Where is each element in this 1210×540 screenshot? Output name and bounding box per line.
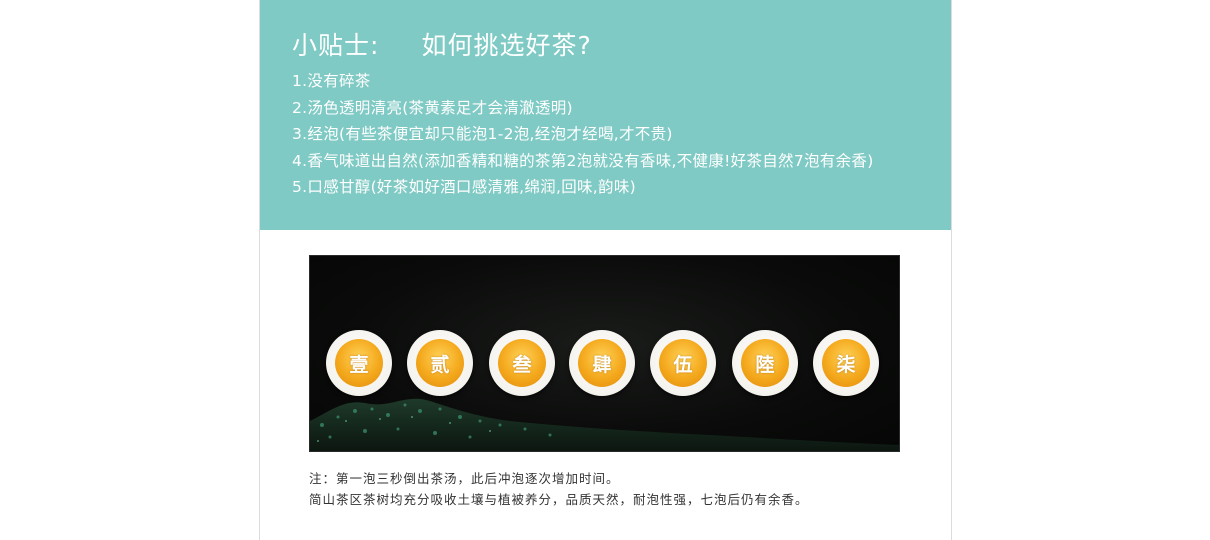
tea-cup: 肆 — [569, 330, 635, 396]
infusion-number: 壹 — [349, 353, 369, 376]
note-line: 注：第一泡三秒倒出茶汤，此后冲泡逐次增加时间。 — [309, 471, 620, 486]
tip-item: 5.口感甘醇(好茶如好酒口感清雅,绵润,回味,韵味) — [292, 178, 636, 196]
tea-cups-banner: 壹 贰 叁 肆 伍 陸 柒 — [309, 255, 900, 452]
tips-title: 小贴士: 如何挑选好茶? — [292, 26, 592, 62]
infusion-number: 贰 — [430, 353, 450, 376]
tea-liquid: 陸 — [741, 339, 789, 387]
tip-item: 4.香气味道出自然(添加香精和糖的茶第2泡就没有香味,不健康!好茶自然7泡有余香… — [292, 151, 874, 170]
content-panel: 小贴士: 如何挑选好茶? 1.没有碎茶 2.汤色透明清亮(茶黄素足才会清澈透明) … — [259, 0, 952, 540]
tea-cup: 柒 — [813, 330, 879, 396]
infusion-number: 肆 — [592, 353, 612, 376]
tea-cup: 伍 — [650, 330, 716, 396]
tea-liquid: 叁 — [498, 339, 546, 387]
tips-list: 1.没有碎茶 2.汤色透明清亮(茶黄素足才会清澈透明) 3.经泡(有些茶便宜却只… — [292, 68, 874, 201]
tea-liquid: 柒 — [822, 339, 870, 387]
tip-item: 1.没有碎茶 — [292, 72, 371, 90]
tea-cup: 壹 — [326, 330, 392, 396]
tips-label: 小贴士: — [292, 31, 380, 60]
tip-item: 2.汤色透明清亮(茶黄素足才会清澈透明) — [292, 98, 573, 117]
tips-question: 如何挑选好茶? — [421, 31, 592, 60]
tea-liquid: 伍 — [659, 339, 707, 387]
tea-liquid: 肆 — [578, 339, 626, 387]
tips-box: 小贴士: 如何挑选好茶? 1.没有碎茶 2.汤色透明清亮(茶黄素足才会清澈透明) … — [260, 0, 951, 230]
tea-liquid: 壹 — [335, 339, 383, 387]
infusion-number: 柒 — [836, 353, 856, 376]
infusion-number: 伍 — [673, 353, 693, 376]
tip-item: 3.经泡(有些茶便宜却只能泡1-2泡,经泡才经喝,才不贵) — [292, 125, 673, 143]
tea-cup: 陸 — [732, 330, 798, 396]
infusion-number: 陸 — [755, 353, 775, 376]
tea-cup: 叁 — [489, 330, 555, 396]
tea-cup: 贰 — [407, 330, 473, 396]
infusion-number: 叁 — [512, 353, 532, 376]
brewing-note: 注：第一泡三秒倒出茶汤，此后冲泡逐次增加时间。 简山茶区茶树均充分吸收土壤与植被… — [309, 468, 809, 510]
note-line: 简山茶区茶树均充分吸收土壤与植被养分，品质天然，耐泡性强，七泡后仍有余香。 — [309, 492, 809, 507]
tea-liquid: 贰 — [416, 339, 464, 387]
